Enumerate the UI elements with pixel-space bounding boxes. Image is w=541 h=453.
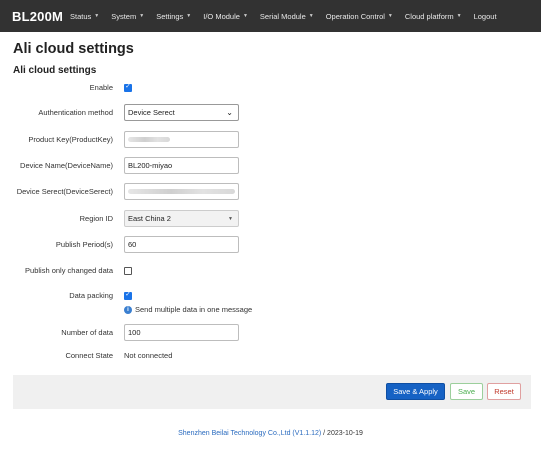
select-value: Device Serect	[128, 108, 175, 117]
caret-down-icon: ▼	[387, 13, 393, 19]
nav-label: Cloud platform	[404, 11, 454, 21]
data-packing-checkbox[interactable]: ✓	[124, 291, 132, 300]
form-row-publish-changed: Publish only changed data	[0, 266, 541, 275]
nav-item-logout[interactable]: Logout	[468, 12, 503, 21]
nav-item-cloud-platform[interactable]: Cloud platform ▼	[399, 12, 468, 21]
form-row-connect-state: Connect State Not connected	[0, 351, 541, 360]
hint-text: Send multiple data in one message	[135, 305, 253, 314]
region-id-select[interactable]: East China 2 ▼	[124, 210, 239, 227]
caret-down-icon: ▼	[139, 13, 145, 19]
field-label: Enable	[89, 83, 113, 92]
section-title: Ali cloud settings	[13, 65, 97, 76]
save-button[interactable]: Save	[450, 383, 483, 400]
field-label: Device Name(DeviceName)	[20, 161, 113, 170]
nav-item-settings[interactable]: Settings ▼	[150, 12, 197, 21]
number-of-data-input[interactable]: 100	[124, 324, 239, 341]
nav-label: Operation Control	[325, 11, 385, 21]
field-label: Product Key(ProductKey)	[28, 135, 113, 144]
check-icon: ✓	[125, 83, 131, 91]
nav-item-system[interactable]: System ▼	[105, 12, 150, 21]
form-row-number-of-data: Number of data 100	[0, 324, 541, 341]
form-row-region-id: Region ID East China 2 ▼	[0, 210, 541, 227]
enable-checkbox[interactable]: ✓	[124, 83, 132, 92]
publish-changed-checkbox[interactable]	[124, 266, 132, 275]
info-icon: i	[124, 305, 132, 314]
input-value: 100	[128, 328, 141, 337]
field-label: Connect State	[65, 351, 113, 360]
footer: Shenzhen Beilai Technology Co.,Ltd (V1.1…	[0, 430, 541, 437]
caret-down-icon: ▼	[242, 13, 248, 19]
input-value: 60	[128, 240, 137, 249]
device-secret-input[interactable]	[124, 183, 239, 200]
caret-down-icon: ▼	[228, 215, 233, 222]
save-apply-button[interactable]: Save & Apply	[386, 383, 445, 400]
input-value: BL200-miyao	[128, 161, 173, 170]
field-label: Publish only changed data	[25, 266, 113, 275]
form-row-data-packing: Data packing ✓	[0, 291, 541, 300]
nav-label: Logout	[473, 11, 497, 21]
field-label: Publish Period(s)	[55, 240, 113, 249]
footer-date: / 2023-10-19	[323, 430, 363, 437]
field-label: Data packing	[69, 291, 113, 300]
reset-button[interactable]: Reset	[487, 383, 521, 400]
form-row-auth-method: Authentication method Device Serect ⌄	[0, 104, 541, 121]
auth-method-select[interactable]: Device Serect ⌄	[124, 104, 239, 121]
redacted-value	[128, 137, 170, 142]
field-label: Device Serect(DeviceSerect)	[16, 187, 113, 196]
field-label: Authentication method	[38, 108, 113, 117]
device-name-input[interactable]: BL200-miyao	[124, 157, 239, 174]
nav-label: Status	[70, 11, 92, 21]
form-row-publish-period: Publish Period(s) 60	[0, 236, 541, 253]
nav-item-status[interactable]: Status ▼	[64, 12, 105, 21]
nav-label: Serial Module	[259, 11, 306, 21]
caret-down-icon: ▼	[186, 13, 192, 19]
brand-logo[interactable]: BL200M	[0, 9, 63, 24]
nav-label: Settings	[156, 11, 184, 21]
nav-menu: Status ▼ System ▼ Settings ▼ I/O Module …	[60, 12, 503, 21]
form-row-device-secret: Device Serect(DeviceSerect)	[0, 183, 541, 200]
company-version-link[interactable]: Shenzhen Beilai Technology Co.,Ltd (V1.1…	[178, 430, 321, 437]
nav-label: I/O Module	[203, 11, 240, 21]
form-row-enable: Enable ✓	[0, 83, 541, 92]
field-label: Region ID	[79, 214, 113, 223]
top-navbar: BL200M Status ▼ System ▼ Settings ▼ I/O …	[0, 0, 541, 32]
data-packing-hint-row: i Send multiple data in one message	[0, 305, 541, 314]
nav-item-operation-control[interactable]: Operation Control ▼	[320, 12, 399, 21]
check-icon: ✓	[125, 291, 131, 299]
form-row-product-key: Product Key(ProductKey)	[0, 131, 541, 148]
chevron-down-icon: ⌄	[226, 108, 233, 117]
product-key-input[interactable]	[124, 131, 239, 148]
redacted-value	[128, 189, 235, 194]
page-title: Ali cloud settings	[13, 41, 134, 57]
nav-label: System	[111, 11, 137, 21]
form-actions-bar: Save & Apply Save Reset	[13, 375, 531, 409]
select-value: East China 2	[128, 214, 171, 223]
nav-item-serial-module[interactable]: Serial Module ▼	[254, 12, 320, 21]
data-packing-hint: i Send multiple data in one message	[124, 305, 252, 314]
caret-down-icon: ▼	[456, 13, 462, 19]
connect-state-value: Not connected	[124, 351, 173, 360]
field-label: Number of data	[61, 328, 113, 337]
publish-period-input[interactable]: 60	[124, 236, 239, 253]
caret-down-icon: ▼	[94, 13, 100, 19]
caret-down-icon: ▼	[308, 13, 314, 19]
form-row-device-name: Device Name(DeviceName) BL200-miyao	[0, 157, 541, 174]
nav-item-io-module[interactable]: I/O Module ▼	[197, 12, 254, 21]
